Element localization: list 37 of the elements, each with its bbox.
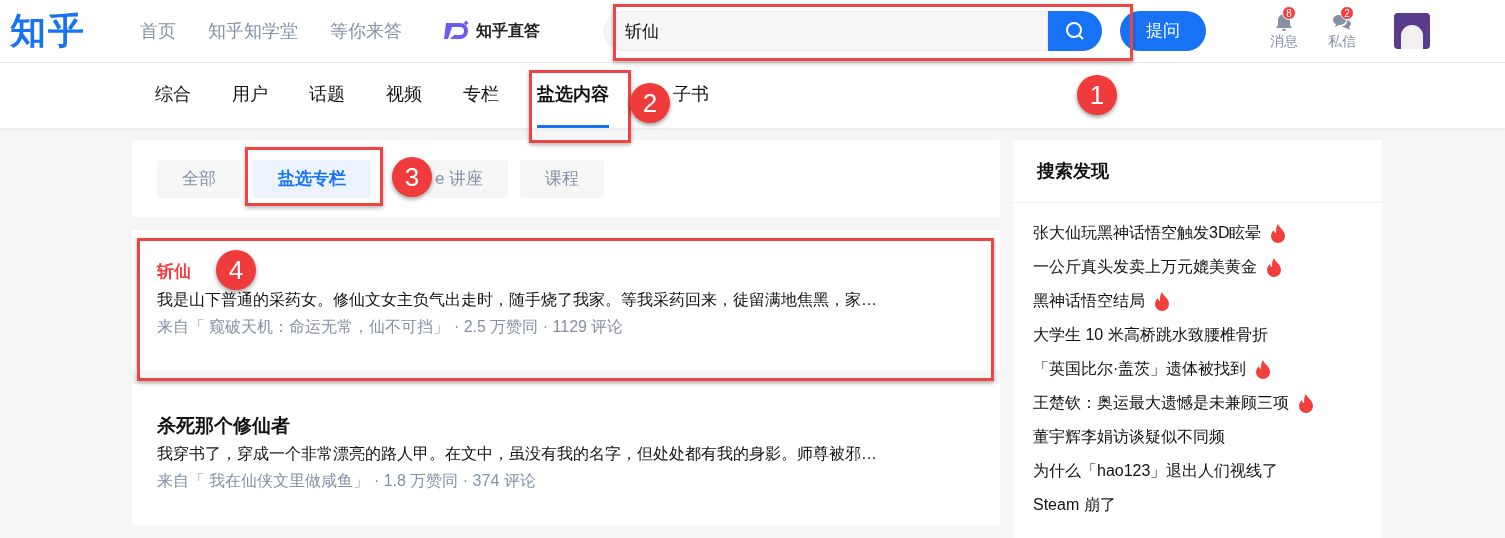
trending-link[interactable]: 为什么「hao123」退出人们视线了 <box>1033 459 1279 483</box>
trending-link[interactable]: 黑神话悟空结局 <box>1033 289 1145 313</box>
logo[interactable]: 知乎 <box>10 4 120 58</box>
icon-label: 消息 <box>1270 32 1298 50</box>
search-tab[interactable]: 盐选内容 <box>537 63 609 128</box>
avatar[interactable] <box>1394 13 1430 49</box>
trending-link[interactable]: 董宇辉李娟访谈疑似不同频 <box>1033 425 1225 449</box>
trending-link[interactable]: 一公斤真头发卖上万元媲美黄金 <box>1033 255 1257 279</box>
sidebar-title: 搜索发现 <box>1013 140 1382 203</box>
ask-button[interactable]: 提问 <box>1120 11 1206 51</box>
result-excerpt: 我是山下普通的采药女。修仙文女主负气出走时，随手烧了我家。等我采药回来，徒留满地焦黑，家… <box>157 290 878 310</box>
result-card[interactable]: 杀死那个修仙者 我穿书了，穿成一个非常漂亮的路人甲。在文中，虽没有我的名字，但处处都有我的身影。师尊被邪… 来自「 我在仙侠文里做咸鱼」 · 1.8 万赞同 · 374 评论 <box>132 384 1000 525</box>
result-title[interactable]: 杀死那个修仙者 <box>157 412 290 440</box>
search-tab[interactable]: 用户 <box>232 63 268 128</box>
result-title[interactable]: 斩仙 <box>157 258 191 286</box>
search-tab[interactable]: 话题 <box>309 63 345 128</box>
result-stats: · 2.5 万赞同 · 1129 评论 <box>452 318 624 335</box>
search-tab[interactable]: 专栏 <box>463 63 499 128</box>
trending-link[interactable]: 「英国比尔·盖茨」遗体被找到 <box>1033 357 1247 381</box>
trending-link[interactable]: 大学生 10 米高桥跳水致腰椎骨折 <box>1033 323 1268 347</box>
brand-name[interactable]: 知乎直答 <box>476 19 540 43</box>
filter-chip[interactable]: 盐选专栏 <box>253 159 371 198</box>
trending-link[interactable]: Steam 崩了 <box>1033 493 1116 517</box>
search-tab[interactable]: 子书 <box>673 63 709 128</box>
trending-link[interactable]: 张大仙玩黑神话悟空触发3D眩晕 <box>1033 221 1262 245</box>
search-button[interactable] <box>1048 11 1102 51</box>
icon-label: 私信 <box>1328 32 1356 50</box>
search-tab[interactable]: 视频 <box>386 63 422 128</box>
count-badge: 8 <box>1282 6 1296 20</box>
search-tab[interactable]: 综合 <box>155 63 191 128</box>
search-icon <box>1065 21 1085 41</box>
search-field[interactable]: 斩仙 <box>604 11 1048 51</box>
count-badge: 2 <box>1340 6 1354 20</box>
trending-link[interactable]: 王楚钦：奥运最大遗憾是未兼顾三项 <box>1033 391 1289 415</box>
brand-logo-icon <box>444 20 470 42</box>
result-stats: · 1.8 万赞同 · 374 评论 <box>372 472 536 489</box>
result-excerpt: 我穿书了，穿成一个非常漂亮的路人甲。在文中，虽没有我的名字，但处处都有我的身影。师尊被邪… <box>157 444 878 464</box>
